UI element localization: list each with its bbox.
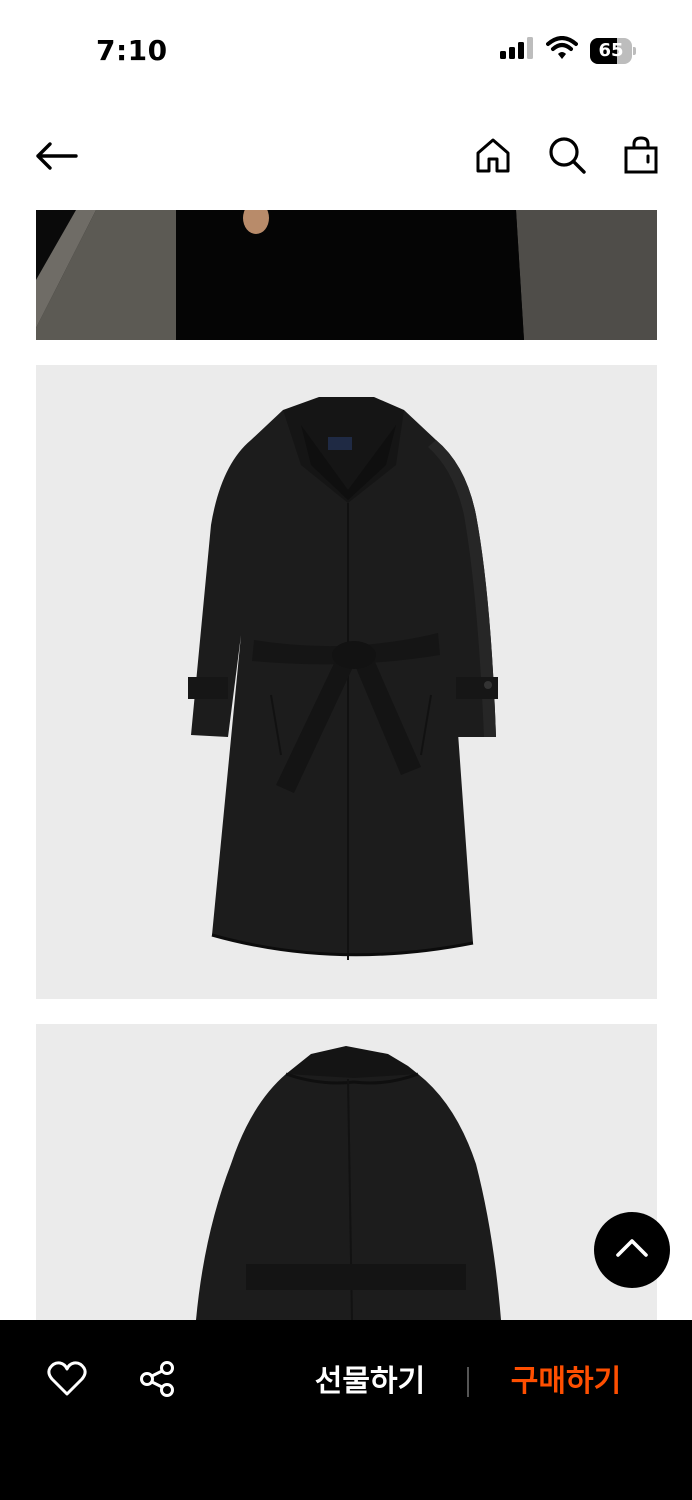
battery-level: 65 bbox=[598, 39, 624, 61]
status-time: 7:10 bbox=[96, 34, 168, 67]
home-button[interactable] bbox=[470, 132, 516, 182]
home-icon bbox=[475, 137, 511, 178]
scroll-to-top-button[interactable] bbox=[594, 1212, 670, 1288]
heart-icon bbox=[47, 1360, 87, 1402]
product-image-model[interactable] bbox=[36, 210, 657, 340]
battery-icon: 65 bbox=[590, 37, 636, 64]
model-photo bbox=[36, 210, 657, 340]
search-button[interactable] bbox=[544, 132, 590, 182]
gift-button[interactable]: 선물하기 bbox=[290, 1358, 450, 1406]
share-button[interactable] bbox=[136, 1360, 178, 1402]
status-icons: 65 bbox=[500, 36, 636, 65]
buy-button[interactable]: 구매하기 bbox=[486, 1358, 646, 1406]
coat-back-illustration bbox=[36, 1024, 657, 1320]
cellular-signal-icon bbox=[500, 37, 534, 64]
shopping-bag-button[interactable] bbox=[618, 132, 664, 182]
back-button[interactable] bbox=[28, 134, 84, 182]
search-icon bbox=[548, 136, 586, 179]
shopping-bag-icon bbox=[624, 135, 658, 179]
chevron-up-icon bbox=[615, 1237, 649, 1264]
divider bbox=[467, 1367, 469, 1397]
share-icon bbox=[138, 1360, 176, 1403]
coat-front-illustration bbox=[36, 365, 657, 999]
back-arrow-icon bbox=[34, 141, 78, 176]
product-image-front[interactable] bbox=[36, 365, 657, 999]
status-bar: 7:10 65 bbox=[0, 0, 692, 100]
wifi-icon bbox=[546, 36, 578, 65]
product-image-back[interactable] bbox=[36, 1024, 657, 1320]
nav-header bbox=[0, 110, 692, 206]
bottom-action-bar: 선물하기 구매하기 bbox=[0, 1320, 692, 1500]
like-button[interactable] bbox=[46, 1360, 88, 1402]
